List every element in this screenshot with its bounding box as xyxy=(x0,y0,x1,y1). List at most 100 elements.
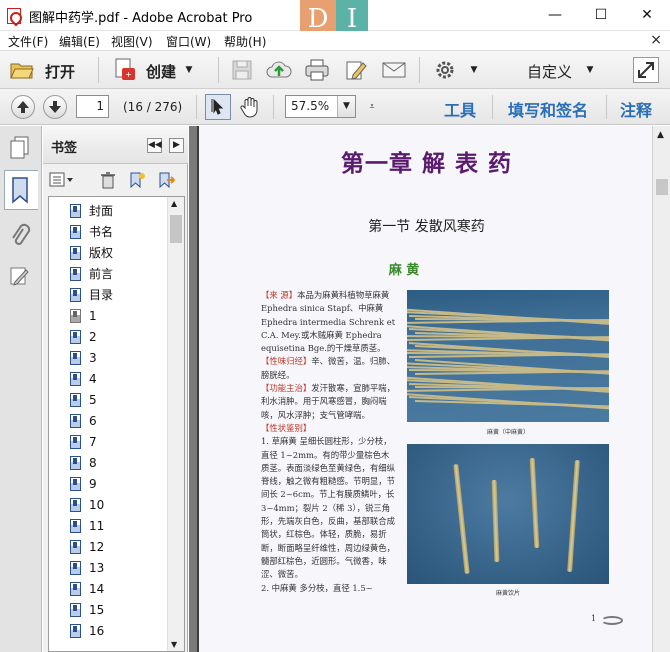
open-button[interactable]: 打开 xyxy=(45,61,75,82)
minimize-button[interactable]: — xyxy=(532,0,578,31)
bookmark-item[interactable]: 3 xyxy=(70,347,170,368)
bookmark-item[interactable]: 11 xyxy=(70,515,170,536)
bookmarks-tab[interactable] xyxy=(4,170,38,210)
bookmark-icon xyxy=(70,455,81,470)
herb-name-heading: 麻 黄 xyxy=(388,263,420,278)
bookmark-options-icon[interactable] xyxy=(49,170,75,190)
page-number-input[interactable]: 1 xyxy=(76,95,109,118)
toolbar-divider xyxy=(273,95,274,119)
print-icon[interactable] xyxy=(305,59,329,81)
create-pdf-icon[interactable]: + xyxy=(113,58,137,82)
bookmark-icon xyxy=(70,413,81,428)
bookmarks-scroll-thumb[interactable] xyxy=(170,215,182,243)
photo-caption-2: 麻黄饮片 xyxy=(495,590,520,597)
previous-page-button[interactable] xyxy=(11,95,35,119)
bookmark-item[interactable]: 书名 xyxy=(70,221,170,242)
body-paragraph: 【来 源】本品为麻黄科植物草麻黄 Ephedra sinica Stapf、中麻… xyxy=(261,289,397,355)
bookmark-item[interactable]: 6 xyxy=(70,410,170,431)
menu-window[interactable]: 窗口(W) xyxy=(166,33,211,50)
bookmark-item[interactable]: 12 xyxy=(70,536,170,557)
bookmark-icon xyxy=(70,203,81,218)
main-toolbar: 打开 + 创建 ▼ ▼ 自定义 ▼ xyxy=(0,51,670,89)
cloud-upload-icon[interactable] xyxy=(266,59,292,81)
document-scroll-thumb[interactable] xyxy=(656,179,668,195)
scroll-down-icon[interactable]: ▼ xyxy=(171,640,177,649)
svg-text:+: + xyxy=(125,70,132,79)
attachments-paperclip-icon[interactable] xyxy=(9,223,31,249)
create-button[interactable]: 创建 xyxy=(146,61,176,82)
bookmark-label: 13 xyxy=(89,560,105,575)
signatures-icon[interactable] xyxy=(9,264,31,288)
menu-help[interactable]: 帮助(H) xyxy=(224,33,266,50)
photo-herb-stems xyxy=(407,290,609,422)
doc-scroll-up-icon[interactable]: ▲ xyxy=(657,130,664,140)
menu-edit[interactable]: 编辑(E) xyxy=(59,33,100,50)
bookmark-item[interactable]: 9 xyxy=(70,473,170,494)
bookmark-label: 封面 xyxy=(89,204,114,218)
bookmark-item[interactable]: 封面 xyxy=(70,200,170,221)
email-icon[interactable] xyxy=(382,60,406,80)
bookmark-item[interactable]: 10 xyxy=(70,494,170,515)
menu-file[interactable]: 文件(F) xyxy=(8,33,48,50)
open-folder-icon[interactable] xyxy=(10,60,34,80)
gear-icon[interactable] xyxy=(435,60,455,80)
bookmark-item[interactable]: 16 xyxy=(70,620,170,641)
bookmarks-panel-header: 书签 ◀◀ ▶ xyxy=(43,126,188,164)
zoom-dropdown-icon[interactable]: ▼ xyxy=(337,96,355,117)
delete-bookmark-icon[interactable] xyxy=(99,170,117,190)
tab-comment[interactable]: 注释 xyxy=(620,97,652,121)
bookmarks-list[interactable]: ▲ ▼ 封面 书名 版权 前言 目录 1 2 3 4 5 6 7 8 9 10 11 12 13 14 15 16 xyxy=(48,196,185,652)
edit-document-icon[interactable] xyxy=(345,59,367,81)
menu-view[interactable]: 视图(V) xyxy=(111,33,153,50)
tab-fill-sign[interactable]: 填写和签名 xyxy=(508,97,588,121)
document-view[interactable]: 第一章 解 表 药 第一节 发散风寒药 麻 黄 【来 源】本品为麻黄科植物草麻黄… xyxy=(189,126,652,652)
bookmark-item[interactable]: 8 xyxy=(70,452,170,473)
select-tool-icon[interactable] xyxy=(205,94,231,120)
hand-tool-icon[interactable] xyxy=(238,95,262,119)
bookmark-item[interactable]: 1 xyxy=(70,305,170,326)
bookmark-item[interactable]: 4 xyxy=(70,368,170,389)
bookmark-item[interactable]: 7 xyxy=(70,431,170,452)
expand-view-icon[interactable] xyxy=(633,57,659,83)
bookmark-item[interactable]: 5 xyxy=(70,389,170,410)
expand-bookmark-icon[interactable] xyxy=(156,170,176,190)
bookmark-item[interactable]: 目录 xyxy=(70,284,170,305)
close-document-icon[interactable]: × xyxy=(650,32,662,48)
customize-dropdown-icon[interactable]: ▼ xyxy=(585,65,595,75)
bookmark-item[interactable]: 2 xyxy=(70,326,170,347)
panel-options-arrow-icon[interactable]: ▶ xyxy=(169,138,184,153)
paragraph-tag: 【功能主治】 xyxy=(261,383,312,394)
close-window-button[interactable]: ✕ xyxy=(624,0,670,31)
bookmark-item[interactable]: 前言 xyxy=(70,263,170,284)
save-icon[interactable] xyxy=(231,59,253,81)
maximize-button[interactable]: ☐ xyxy=(578,0,624,31)
herb-description-text: 【来 源】本品为麻黄科植物草麻黄 Ephedra sinica Stapf、中麻… xyxy=(261,289,397,595)
bookmark-item[interactable]: 版权 xyxy=(70,242,170,263)
navigation-toolbar: 1 (16 / 276) 57.5% ▼ ⩡ 工具 填写和签名 注释 xyxy=(0,89,670,125)
paragraph-tag: 【性味归经】 xyxy=(261,356,312,367)
bookmark-icon xyxy=(70,476,81,491)
collapse-panel-icon[interactable]: ◀◀ xyxy=(147,138,162,153)
scroll-up-icon[interactable]: ▲ xyxy=(171,199,177,208)
create-dropdown-icon[interactable]: ▼ xyxy=(184,65,194,75)
page-thumbnails-icon[interactable] xyxy=(9,136,31,160)
bookmark-icon xyxy=(70,329,81,344)
bookmark-item[interactable]: 15 xyxy=(70,599,170,620)
bookmark-item[interactable]: 13 xyxy=(70,557,170,578)
settings-dropdown-icon[interactable]: ▼ xyxy=(469,65,479,75)
document-scrollbar[interactable]: ▲ xyxy=(652,126,670,652)
arrow-up-icon xyxy=(17,101,29,113)
bookmark-item[interactable]: 14 xyxy=(70,578,170,599)
new-bookmark-icon[interactable] xyxy=(127,170,147,190)
toolbar-divider xyxy=(218,57,219,83)
bookmark-label: 2 xyxy=(89,329,97,344)
bookmark-label: 16 xyxy=(89,623,105,638)
customize-button[interactable]: 自定义 xyxy=(527,61,572,82)
bookmark-label: 前言 xyxy=(89,267,114,281)
next-page-button[interactable] xyxy=(43,95,67,119)
zoom-select[interactable]: 57.5% ▼ xyxy=(285,95,356,118)
more-tools-dropdown-icon[interactable]: ⩡ xyxy=(367,101,377,113)
tab-tools[interactable]: 工具 xyxy=(444,97,476,121)
pdf-page: 第一章 解 表 药 第一节 发散风寒药 麻 黄 【来 源】本品为麻黄科植物草麻黄… xyxy=(197,126,652,652)
zoom-value: 57.5% xyxy=(291,99,330,113)
